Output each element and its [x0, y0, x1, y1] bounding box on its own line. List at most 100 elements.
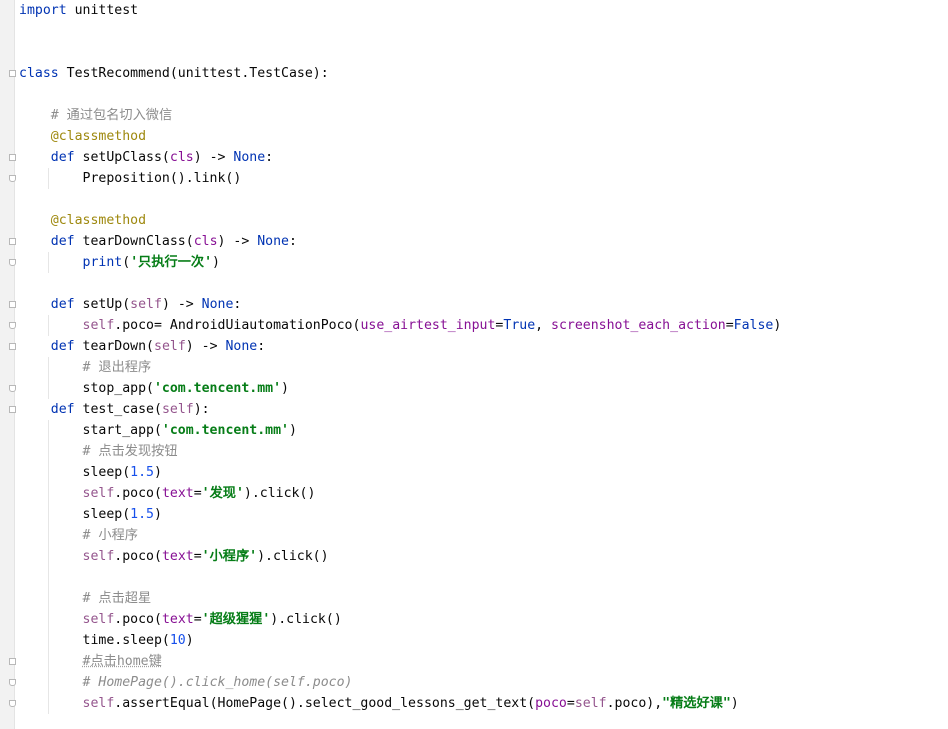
code-line[interactable]: stop_app('com.tencent.mm') — [19, 378, 289, 399]
code-line[interactable]: # 点击发现按钮 — [19, 441, 178, 462]
code-line[interactable]: start_app('com.tencent.mm') — [19, 420, 297, 441]
fold-marker-icon[interactable] — [9, 301, 16, 308]
code-token: ).click() — [270, 612, 342, 627]
fold-marker-icon[interactable] — [9, 70, 16, 77]
code-line[interactable]: sleep(1.5) — [19, 462, 162, 483]
code-token: text — [161, 549, 194, 564]
fold-end-icon[interactable] — [9, 259, 16, 266]
fold-end-icon[interactable] — [9, 679, 16, 686]
code-token: # 点击发现按钮 — [19, 444, 178, 459]
code-token: setUpClass( — [74, 150, 170, 165]
code-editor[interactable]: import unittest class TestRecommend(unitt… — [15, 0, 948, 729]
fold-marker-icon[interactable] — [9, 154, 16, 161]
code-line[interactable]: @classmethod — [19, 126, 146, 147]
code-line[interactable]: def setUp(self) -> None: — [19, 294, 242, 315]
code-token: poco — [535, 696, 567, 711]
code-token: '只执行一次' — [130, 255, 213, 270]
code-token: def — [50, 402, 75, 417]
code-token: 'com.tencent.mm' — [153, 381, 282, 396]
code-token: None — [233, 150, 266, 165]
code-line[interactable]: import unittest — [19, 0, 138, 21]
code-line[interactable]: self.poco(text='发现').click() — [19, 483, 316, 504]
code-token: .poco( — [114, 549, 162, 564]
code-line[interactable]: print('只执行一次') — [19, 252, 220, 273]
code-token: self — [82, 549, 115, 564]
code-line[interactable]: sleep(1.5) — [19, 504, 162, 525]
code-token: def — [50, 150, 75, 165]
code-token: ( — [122, 255, 131, 270]
code-line[interactable]: def test_case(self): — [19, 399, 210, 420]
code-token: .poco( — [114, 486, 162, 501]
code-token: 1.5 — [130, 507, 154, 522]
code-token: text — [161, 612, 194, 627]
code-token: text — [161, 486, 194, 501]
code-line[interactable]: self.assertEqual(HomePage().select_good_… — [19, 693, 739, 714]
code-token: None — [225, 339, 258, 354]
code-token: def — [50, 297, 75, 312]
code-token: # 通过包名切入微信 — [19, 108, 173, 123]
fold-end-icon[interactable] — [9, 175, 16, 182]
code-token: ).click() — [257, 549, 329, 564]
code-token: .poco= AndroidUiautomationPoco( — [114, 318, 361, 333]
code-token: 10 — [169, 633, 186, 648]
code-token: cls — [169, 150, 194, 165]
code-token: sleep( — [19, 465, 131, 480]
fold-end-icon[interactable] — [9, 700, 16, 707]
code-token: # 退出程序 — [19, 360, 152, 375]
code-token: import — [19, 3, 67, 18]
code-token: self — [82, 486, 115, 501]
code-line[interactable]: def tearDownClass(cls) -> None: — [19, 231, 297, 252]
code-token: '发现' — [201, 486, 244, 501]
code-token: self — [82, 696, 115, 711]
code-token: ) — [773, 318, 782, 333]
code-line[interactable]: # 通过包名切入微信 — [19, 105, 172, 126]
code-line[interactable]: def tearDown(self) -> None: — [19, 336, 265, 357]
fold-marker-icon[interactable] — [9, 343, 16, 350]
code-token: tearDown( — [74, 339, 154, 354]
code-token: self — [161, 402, 194, 417]
editor-gutter — [0, 0, 15, 729]
code-line[interactable]: def setUpClass(cls) -> None: — [19, 147, 273, 168]
code-line[interactable]: #点击home键 — [19, 651, 162, 672]
fold-marker-icon[interactable] — [9, 406, 16, 413]
code-token: True — [503, 318, 536, 333]
code-token: self — [154, 339, 186, 354]
fold-marker-icon[interactable] — [9, 238, 16, 245]
code-token: use_airtest_input — [360, 318, 496, 333]
code-token: '小程序' — [201, 549, 258, 564]
code-token: ) — [185, 633, 194, 648]
code-line[interactable]: # HomePage().click_home(self.poco) — [19, 672, 353, 693]
code-token: ) -> — [217, 234, 258, 249]
code-line[interactable]: Preposition().link() — [19, 168, 242, 189]
code-line[interactable]: self.poco= AndroidUiautomationPoco(use_a… — [19, 315, 782, 336]
code-token: ) -> — [161, 297, 202, 312]
code-line[interactable]: @classmethod — [19, 210, 146, 231]
code-line[interactable]: self.poco(text='小程序').click() — [19, 546, 329, 567]
code-token: TestRecommend(unittest.TestCase): — [58, 66, 329, 81]
code-line[interactable]: time.sleep(10) — [19, 630, 194, 651]
fold-end-icon[interactable] — [9, 385, 16, 392]
code-token: start_app( — [19, 423, 162, 438]
code-token: : — [265, 150, 274, 165]
code-token: False — [733, 318, 774, 333]
code-token: print — [82, 255, 123, 270]
code-token: = — [193, 486, 202, 501]
code-line[interactable]: # 退出程序 — [19, 357, 152, 378]
code-token: self — [130, 297, 162, 312]
code-line[interactable]: self.poco(text='超级猩猩').click() — [19, 609, 342, 630]
code-token: # 点击超星 — [19, 591, 152, 606]
code-line[interactable]: class TestRecommend(unittest.TestCase): — [19, 63, 329, 84]
fold-marker-icon[interactable] — [9, 658, 16, 665]
code-line[interactable]: # 小程序 — [19, 525, 138, 546]
code-line[interactable]: # 点击超星 — [19, 588, 152, 609]
code-token: ) — [281, 381, 289, 396]
fold-end-icon[interactable] — [9, 322, 16, 329]
code-token: ) — [730, 696, 739, 711]
